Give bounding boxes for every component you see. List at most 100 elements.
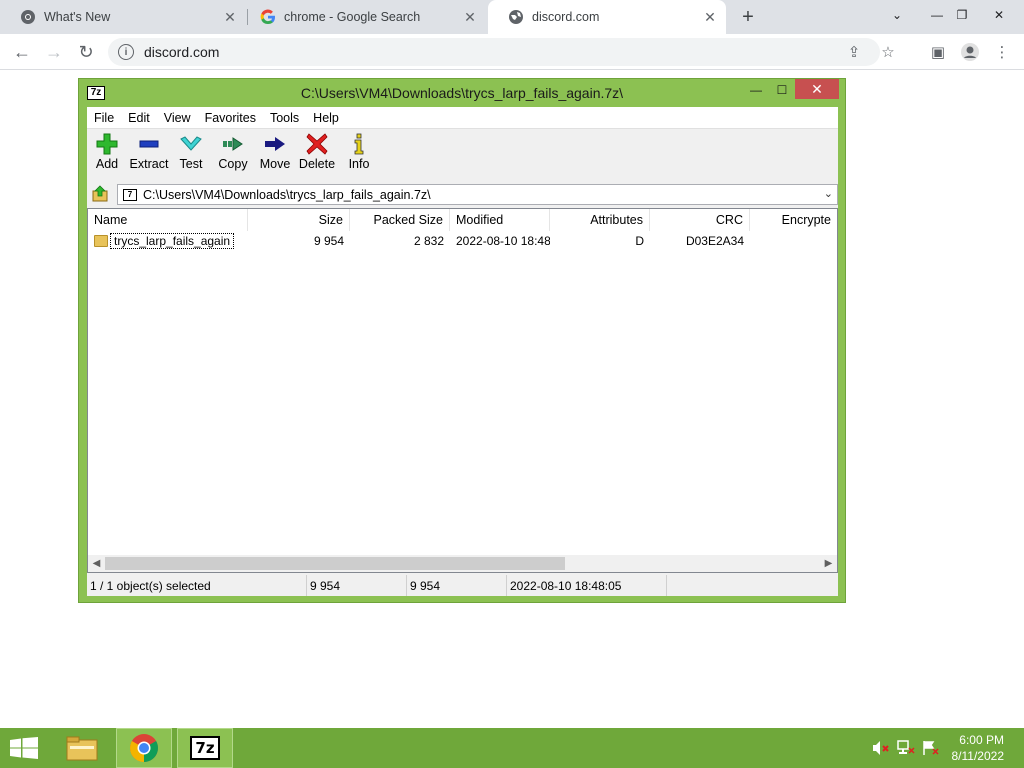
forward-icon[interactable]: → [40, 38, 68, 66]
share-icon[interactable]: ⇪ [844, 42, 864, 62]
url-text: discord.com [144, 44, 220, 60]
globe-icon [508, 9, 524, 25]
column-attributes[interactable]: Attributes [550, 209, 650, 231]
tab-title: What's New [44, 10, 111, 24]
status-modified: 2022-08-10 18:48:05 [507, 575, 667, 596]
side-panel-icon[interactable]: ▣ [924, 38, 952, 66]
profile-avatar-icon[interactable] [956, 38, 984, 66]
scroll-right-icon[interactable]: ▶ [820, 555, 837, 572]
window-title: C:\Users\VM4\Downloads\trycs_larp_fails_… [300, 85, 624, 101]
sevenzip-toolbar: Add Extract Test Copy Move Delete Info [87, 130, 838, 180]
column-packed-size[interactable]: Packed Size [350, 209, 450, 231]
minimize-icon[interactable]: — [743, 79, 769, 101]
close-tab-icon[interactable]: ✕ [700, 7, 720, 27]
close-window-icon[interactable]: ✕ [982, 0, 1016, 30]
menu-kebab-icon[interactable]: ⋮ [988, 38, 1016, 66]
minus-icon [137, 133, 161, 155]
row-modified: 2022-08-10 18:48 [456, 234, 550, 248]
site-info-icon[interactable]: i [118, 44, 134, 60]
test-button[interactable]: Test [168, 133, 214, 177]
restore-icon[interactable]: ❐ [945, 0, 979, 30]
column-name[interactable]: Name [88, 209, 248, 231]
horizontal-scrollbar[interactable]: ◀ ▶ [88, 555, 837, 572]
new-tab-button[interactable]: + [736, 5, 760, 29]
folder-icon [94, 235, 108, 247]
check-icon [179, 133, 203, 155]
row-size: 9 954 [313, 234, 344, 248]
chrome-icon [20, 9, 36, 25]
row-name: trycs_larp_fails_again [110, 233, 235, 249]
clock-date: 8/11/2022 [951, 749, 1005, 763]
menu-bar: File Edit View Favorites Tools Help [87, 107, 838, 129]
row-crc: D03E2A34 [685, 234, 744, 248]
column-size[interactable]: Size [248, 209, 350, 231]
close-window-icon[interactable]: ✕ [795, 79, 839, 99]
tab-google-search[interactable]: chrome - Google Search ✕ [240, 0, 486, 34]
google-icon [260, 9, 276, 25]
column-crc[interactable]: CRC [650, 209, 750, 231]
system-clock[interactable]: 6:00 PM 8/11/2022 [952, 732, 1005, 764]
menu-file[interactable]: File [87, 111, 121, 125]
reload-icon[interactable]: ↻ [72, 38, 100, 66]
menu-help[interactable]: Help [306, 111, 346, 125]
info-button[interactable]: Info [336, 133, 382, 177]
row-name-cell: trycs_larp_fails_again [88, 231, 248, 251]
close-tab-icon[interactable]: ✕ [460, 7, 480, 27]
network-icon[interactable] [897, 740, 915, 756]
column-encrypted[interactable]: Encrypte [750, 209, 837, 231]
menu-edit[interactable]: Edit [121, 111, 157, 125]
volume-muted-icon[interactable] [872, 740, 890, 756]
row-encrypted [750, 231, 837, 251]
list-header: Name Size Packed Size Modified Attribute… [88, 209, 837, 231]
clock-time: 6:00 PM [959, 733, 1004, 747]
extract-button[interactable]: Extract [126, 133, 172, 177]
chevron-down-icon[interactable]: ⌄ [824, 187, 833, 200]
x-icon [305, 133, 329, 155]
menu-view[interactable]: View [157, 111, 198, 125]
info-icon [347, 133, 371, 155]
maximize-icon[interactable]: ☐ [769, 79, 795, 101]
scroll-left-icon[interactable]: ◀ [88, 555, 105, 572]
bookmark-star-icon[interactable]: ☆ [878, 42, 898, 62]
action-center-flag-icon[interactable] [922, 740, 940, 756]
path-combobox[interactable]: 7 C:\Users\VM4\Downloads\trycs_larp_fail… [117, 184, 838, 205]
menu-tools[interactable]: Tools [263, 111, 306, 125]
add-button[interactable]: Add [84, 133, 130, 177]
address-bar[interactable]: i discord.com ⇪ ☆ [108, 38, 895, 66]
column-modified[interactable]: Modified [450, 209, 550, 231]
close-tab-icon[interactable]: ✕ [220, 7, 240, 27]
up-folder-icon[interactable] [91, 185, 109, 203]
sevenzip-window: 7z C:\Users\VM4\Downloads\trycs_larp_fai… [78, 78, 846, 603]
move-button[interactable]: Move [252, 133, 298, 177]
windows-start-icon[interactable] [10, 737, 38, 759]
path-bar: 7 C:\Users\VM4\Downloads\trycs_larp_fail… [87, 182, 838, 206]
browser-toolbar: ← → ↻ i discord.com ⇪ ☆ ▣ ⋮ [0, 34, 1024, 70]
plus-icon [95, 133, 119, 155]
taskbar: 7z 6:00 PM 8/11/2022 [0, 728, 1024, 768]
status-size: 9 954 [307, 575, 407, 596]
scroll-thumb[interactable] [105, 557, 565, 570]
status-bar: 1 / 1 object(s) selected 9 954 9 954 202… [87, 575, 838, 596]
tab-title: chrome - Google Search [284, 10, 421, 24]
status-selected: 1 / 1 object(s) selected [87, 575, 307, 596]
delete-button[interactable]: Delete [294, 133, 340, 177]
tab-discord[interactable]: discord.com ✕ [488, 0, 726, 34]
status-packed: 9 954 [407, 575, 507, 596]
tab-whats-new[interactable]: What's New ✕ [0, 0, 246, 34]
tab-strip: What's New ✕ chrome - Google Search ✕ di… [0, 0, 1024, 34]
menu-favorites[interactable]: Favorites [198, 111, 263, 125]
row-attributes: D [635, 234, 644, 248]
back-icon[interactable]: ← [8, 38, 36, 66]
sevenzip-taskbar-icon[interactable]: 7z [177, 728, 233, 768]
file-explorer-icon[interactable] [54, 728, 110, 768]
chrome-taskbar-icon[interactable] [116, 728, 172, 768]
sevenzip-titlebar[interactable]: 7z C:\Users\VM4\Downloads\trycs_larp_fai… [79, 79, 845, 107]
archive-icon: 7 [123, 188, 137, 201]
move-arrow-icon [263, 133, 287, 155]
table-row[interactable]: trycs_larp_fails_again 9 954 2 832 2022-… [88, 231, 837, 251]
tab-search-icon[interactable]: ⌄ [880, 0, 914, 30]
row-packed-size: 2 832 [413, 234, 444, 248]
copy-arrow-icon [221, 133, 245, 155]
sevenzip-client: File Edit View Favorites Tools Help Add … [87, 107, 838, 596]
copy-button[interactable]: Copy [210, 133, 256, 177]
